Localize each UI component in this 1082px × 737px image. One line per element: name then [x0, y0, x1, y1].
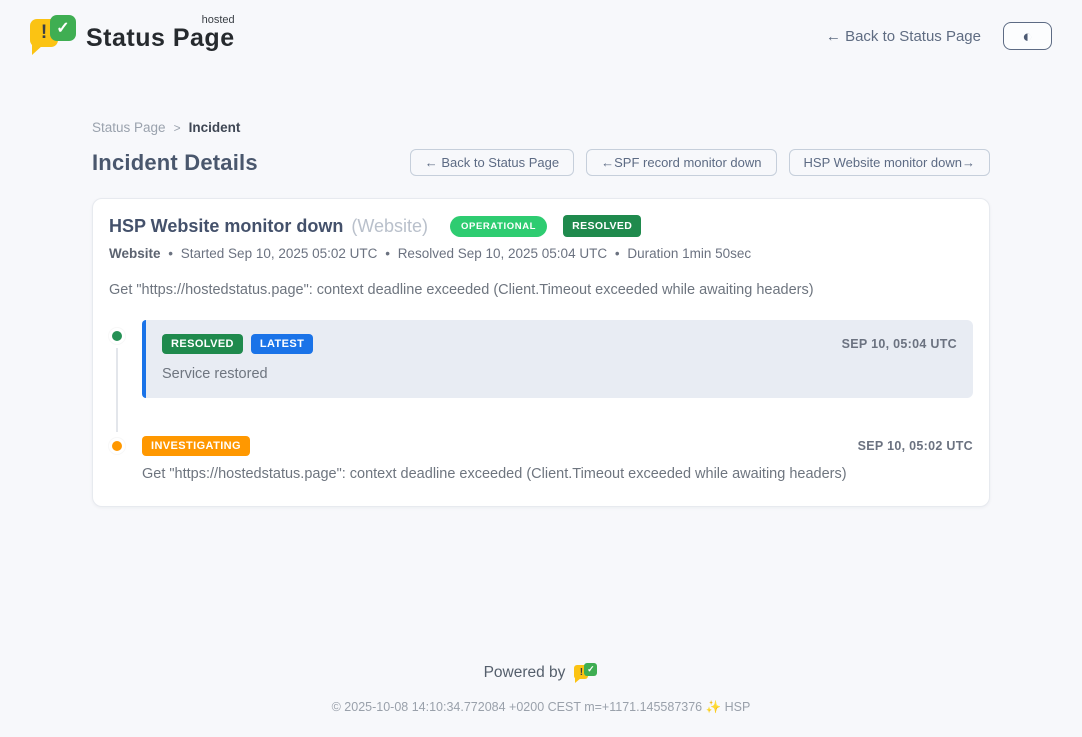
- header-back-to-status-page-link[interactable]: ← Back to Status Page: [826, 28, 981, 45]
- status-page-logo-icon: ! ✓: [30, 14, 76, 58]
- dark-mode-icon: ◐: [1022, 28, 1032, 45]
- timeline-badges: RESOLVED LATEST: [162, 334, 313, 354]
- app-logo[interactable]: ! ✓ Status Page hosted: [30, 14, 235, 58]
- previous-incident-button[interactable]: ←SPF record monitor down: [586, 149, 776, 176]
- theme-toggle-button[interactable]: ◐: [1003, 22, 1052, 50]
- powered-by: Powered by ! ✓: [0, 662, 1082, 684]
- timeline-dot-column: [109, 436, 142, 482]
- timeline-entry-content: INVESTIGATING SEP 10, 05:02 UTC Get "htt…: [142, 436, 973, 482]
- meta-separator: •: [385, 246, 390, 261]
- incident-description: Get "https://hostedstatus.page": context…: [109, 282, 973, 298]
- checkmark-icon: ✓: [584, 663, 597, 676]
- brand-name: Status Page: [86, 24, 235, 52]
- incident-meta: Website • Started Sep 10, 2025 05:02 UTC…: [109, 246, 973, 261]
- meta-separator: •: [168, 246, 173, 261]
- resolved-badge: RESOLVED: [162, 334, 243, 354]
- incident-card: HSP Website monitor down (Website) OPERA…: [92, 198, 990, 507]
- timeline-entry-content: RESOLVED LATEST SEP 10, 05:04 UTC Servic…: [142, 320, 973, 398]
- page-title: Incident Details: [92, 150, 258, 176]
- latest-badge: LATEST: [251, 334, 313, 354]
- title-row: Incident Details ← Back to Status Page ←…: [92, 149, 990, 176]
- breadcrumb-separator: >: [174, 121, 181, 135]
- investigating-badge: INVESTIGATING: [142, 436, 250, 456]
- header-actions: ← Back to Status Page ◐: [826, 22, 1052, 50]
- incident-card-header: HSP Website monitor down (Website) OPERA…: [109, 215, 973, 237]
- timeline-badges: INVESTIGATING: [142, 436, 250, 456]
- breadcrumb-incident: Incident: [189, 120, 241, 135]
- timeline-timestamp: SEP 10, 05:02 UTC: [858, 439, 973, 453]
- breadcrumb: Status Page > Incident: [92, 120, 990, 135]
- status-page-mini-logo-icon[interactable]: ! ✓: [574, 662, 598, 684]
- top-bar: ! ✓ Status Page hosted ← Back to Status …: [0, 0, 1082, 58]
- checkmark-icon: ✓: [50, 15, 76, 41]
- meta-separator: •: [615, 246, 620, 261]
- breadcrumb-status-page[interactable]: Status Page: [92, 120, 166, 135]
- incident-nav-buttons: ← Back to Status Page ←SPF record monito…: [410, 149, 990, 176]
- timeline-message: Get "https://hostedstatus.page": context…: [142, 466, 973, 482]
- incident-component: (Website): [351, 216, 428, 237]
- investigating-dot-icon: [109, 438, 125, 454]
- resolved-dot-icon: [109, 328, 125, 344]
- incident-title: HSP Website monitor down: [109, 216, 343, 237]
- timeline-entry-header: INVESTIGATING SEP 10, 05:02 UTC: [142, 436, 973, 456]
- copyright-text: © 2025-10-08 14:10:34.772084 +0200 CEST …: [0, 700, 1082, 715]
- timeline-entry-header: RESOLVED LATEST SEP 10, 05:04 UTC: [162, 334, 957, 354]
- timeline-dot-column: [109, 320, 142, 398]
- meta-component: Website: [109, 246, 161, 261]
- logo-wordmark: Status Page hosted: [86, 14, 235, 53]
- page-footer: Powered by ! ✓ © 2025-10-08 14:10:34.772…: [0, 662, 1082, 737]
- back-to-status-page-button[interactable]: ← Back to Status Page: [410, 149, 574, 176]
- timeline-timestamp: SEP 10, 05:04 UTC: [842, 337, 957, 351]
- incident-timeline: RESOLVED LATEST SEP 10, 05:04 UTC Servic…: [109, 320, 973, 482]
- meta-duration: Duration 1min 50sec: [627, 246, 751, 261]
- meta-resolved: Resolved Sep 10, 2025 05:04 UTC: [398, 246, 607, 261]
- operational-status-badge: OPERATIONAL: [450, 216, 547, 237]
- next-incident-button[interactable]: HSP Website monitor down→: [789, 149, 990, 176]
- resolved-status-badge: RESOLVED: [563, 215, 641, 237]
- timeline-entry-investigating: INVESTIGATING SEP 10, 05:02 UTC Get "htt…: [109, 436, 973, 482]
- timeline-message: Service restored: [162, 366, 957, 382]
- powered-by-label: Powered by: [484, 664, 566, 682]
- main-content: Status Page > Incident Incident Details …: [92, 58, 990, 507]
- meta-started: Started Sep 10, 2025 05:02 UTC: [181, 246, 378, 261]
- brand-superscript: hosted: [202, 14, 235, 26]
- timeline-entry-resolved: RESOLVED LATEST SEP 10, 05:04 UTC Servic…: [109, 320, 973, 398]
